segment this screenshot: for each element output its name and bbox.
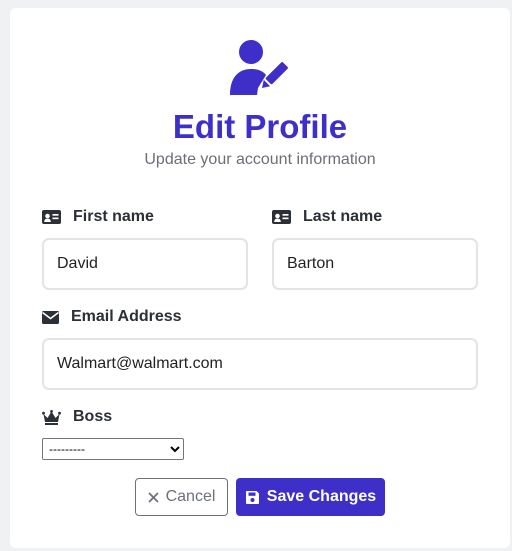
boss-label: Boss: [73, 408, 113, 425]
first-name-label: First name: [73, 208, 154, 225]
last-name-label-row: Last name: [272, 207, 382, 227]
last-name-label: Last name: [303, 208, 383, 225]
user-edit-icon: [228, 38, 292, 98]
page-subtitle: Update your account information: [144, 151, 376, 168]
cancel-button[interactable]: Cancel: [135, 478, 228, 516]
email-input[interactable]: [42, 338, 478, 390]
email-label: Email Address: [71, 308, 182, 325]
id-card-icon: [272, 210, 291, 224]
last-name-input[interactable]: [272, 238, 478, 290]
email-label-row: Email Address: [42, 307, 182, 327]
first-name-input[interactable]: [42, 238, 248, 290]
page-title: Edit Profile: [172, 108, 348, 145]
cancel-button-label: Cancel: [165, 488, 216, 505]
crown-icon: [42, 409, 61, 425]
envelope-icon: [42, 310, 59, 324]
save-changes-button[interactable]: Save Changes: [236, 478, 385, 516]
id-card-icon: [42, 210, 61, 224]
save-button-label: Save Changes: [266, 488, 377, 505]
floppy-disk-icon: [245, 490, 260, 505]
edit-profile-card: Edit Profile Update your account informa…: [10, 8, 510, 548]
close-icon: [148, 492, 159, 503]
boss-label-row: Boss: [42, 407, 112, 427]
boss-select[interactable]: ---------: [42, 438, 184, 460]
first-name-label-row: First name: [42, 207, 154, 227]
